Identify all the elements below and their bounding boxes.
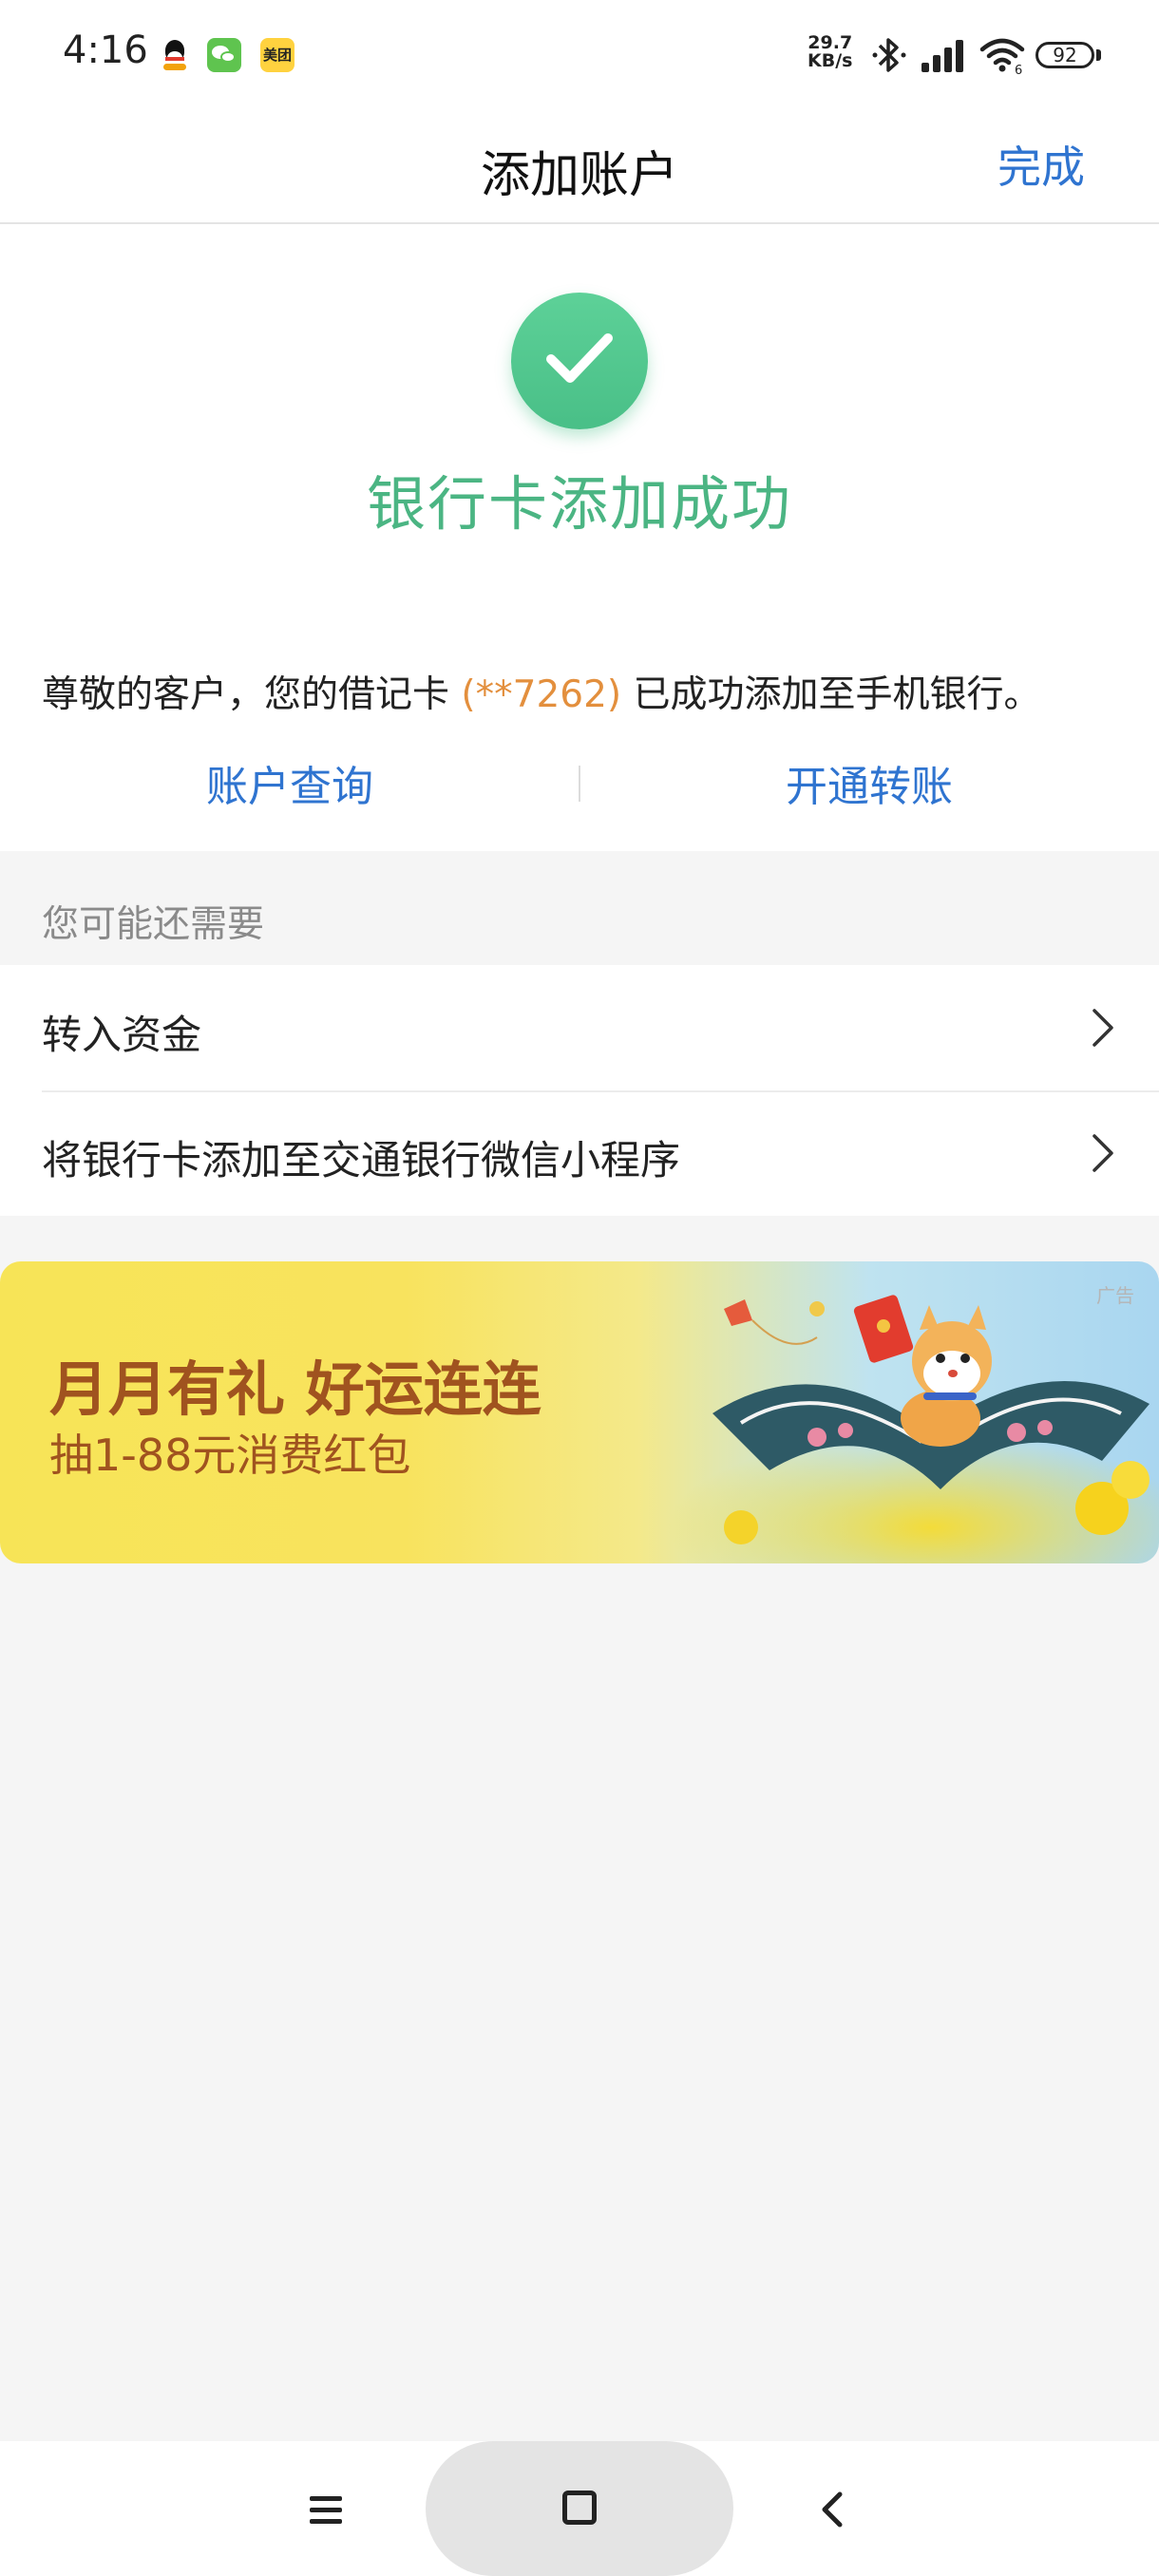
mascot-kite-illustration: [712, 1295, 1150, 1544]
system-nav-bar: [0, 2441, 1159, 2576]
bluetooth-icon: [872, 38, 906, 72]
banner-subtitle: 抽1-88元消费红包: [49, 1430, 411, 1481]
list-item-transfer-in[interactable]: 转入资金: [0, 965, 1159, 1090]
screen: 4:16 美团 29.7 KB/s 6 92 添加账户 完成 银行卡添加成功 尊…: [0, 0, 1159, 2576]
check-icon: [511, 293, 648, 429]
list-item-wechat-miniprogram[interactable]: 将银行卡添加至交通银行微信小程序: [0, 1090, 1159, 1216]
header: 添加账户 完成: [0, 112, 1159, 224]
status-bar: 4:16 美团 29.7 KB/s 6 92: [0, 0, 1159, 112]
chevron-right-icon: [1092, 1009, 1113, 1047]
battery-icon: 92: [1036, 42, 1094, 68]
list-item-label: 将银行卡添加至交通银行微信小程序: [42, 1137, 681, 1184]
checkmark-glyph: [546, 333, 613, 383]
net-speed-unit: KB/s: [808, 50, 853, 71]
qq-icon: [158, 38, 192, 72]
wifi-icon: 6: [979, 38, 1025, 74]
success-title: 银行卡添加成功: [366, 469, 792, 539]
promo-banner[interactable]: 广告 月月有礼 好运连连 抽1-88元消费红包: [0, 1261, 1159, 1563]
success-card: 银行卡添加成功 尊敬的客户，您的借记卡 (**7262) 已成功添加至手机银行。…: [0, 224, 1159, 851]
enable-transfer-link[interactable]: 开通转账: [580, 752, 1159, 813]
card-number: (**7262): [461, 673, 622, 716]
home-icon[interactable]: [562, 2491, 597, 2525]
account-query-link[interactable]: 账户查询: [0, 752, 580, 813]
back-icon[interactable]: [817, 2489, 846, 2530]
section-label: 您可能还需要: [42, 903, 265, 946]
menu-icon[interactable]: [306, 2492, 350, 2529]
meituan-icon: 美团: [260, 38, 294, 72]
desc-prefix: 尊敬的客户，您的借记卡: [42, 673, 450, 716]
battery-tip: [1096, 49, 1101, 61]
list-item-label: 转入资金: [42, 1012, 202, 1058]
net-speed: 29.7 KB/s: [808, 34, 852, 70]
banner-title: 月月有礼 好运连连: [49, 1354, 542, 1424]
page-title: 添加账户: [480, 147, 678, 204]
status-time: 4:16: [63, 28, 148, 72]
chevron-right-icon: [1092, 1134, 1113, 1172]
wifi-label: 6: [1015, 64, 1022, 74]
signal-icon: [922, 40, 963, 72]
desc-suffix: 已成功添加至手机银行。: [633, 673, 1041, 716]
suggestion-list: 转入资金 将银行卡添加至交通银行微信小程序: [0, 965, 1159, 1216]
success-description: 尊敬的客户，您的借记卡 (**7262) 已成功添加至手机银行。: [42, 665, 1041, 718]
wechat-icon: [207, 38, 241, 72]
done-button[interactable]: 完成: [998, 133, 1085, 196]
